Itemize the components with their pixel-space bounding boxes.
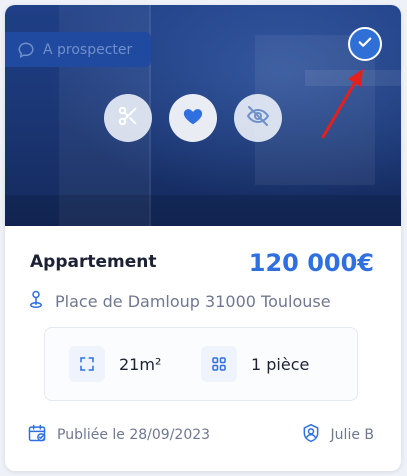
property-type: Appartement — [30, 252, 157, 272]
published-date: Publiée le 28/09/2023 — [57, 427, 211, 443]
chat-bubble-icon — [17, 41, 35, 59]
expand-icon — [69, 346, 105, 382]
grid-icon — [201, 346, 237, 382]
user-badge-icon — [301, 423, 321, 447]
feature-rooms: 1 pièce — [201, 346, 309, 382]
location-pin-icon — [27, 289, 45, 313]
photo-floor — [5, 195, 401, 226]
hide-button[interactable] — [234, 94, 282, 142]
favorite-button[interactable] — [169, 94, 217, 142]
features-panel: 21m² 1 pièce — [44, 327, 358, 401]
property-card[interactable]: A prospecter Appartement 120 000€ Place … — [5, 5, 401, 471]
annotation-arrow — [321, 69, 363, 139]
calendar-check-icon — [27, 423, 47, 447]
scissors-icon — [117, 105, 139, 131]
select-checkbox[interactable] — [348, 27, 382, 61]
property-address: Place de Damloup 31000 Toulouse — [27, 289, 331, 313]
status-badge: A prospecter — [5, 32, 151, 67]
status-label: A prospecter — [43, 41, 133, 58]
rooms-value: 1 pièce — [251, 354, 310, 374]
property-price: 120 000€ — [248, 249, 374, 277]
eye-off-icon — [246, 104, 270, 132]
agent-info: Julie B — [301, 423, 374, 447]
address-text: Place de Damloup 31000 Toulouse — [55, 291, 331, 311]
surface-value: 21m² — [119, 354, 162, 374]
published-info: Publiée le 28/09/2023 — [27, 423, 210, 447]
feature-surface: 21m² — [69, 346, 161, 382]
dismiss-button[interactable] — [104, 94, 152, 142]
check-circle-icon — [356, 33, 374, 55]
heart-icon — [182, 105, 204, 131]
agent-name: Julie B — [330, 427, 374, 443]
